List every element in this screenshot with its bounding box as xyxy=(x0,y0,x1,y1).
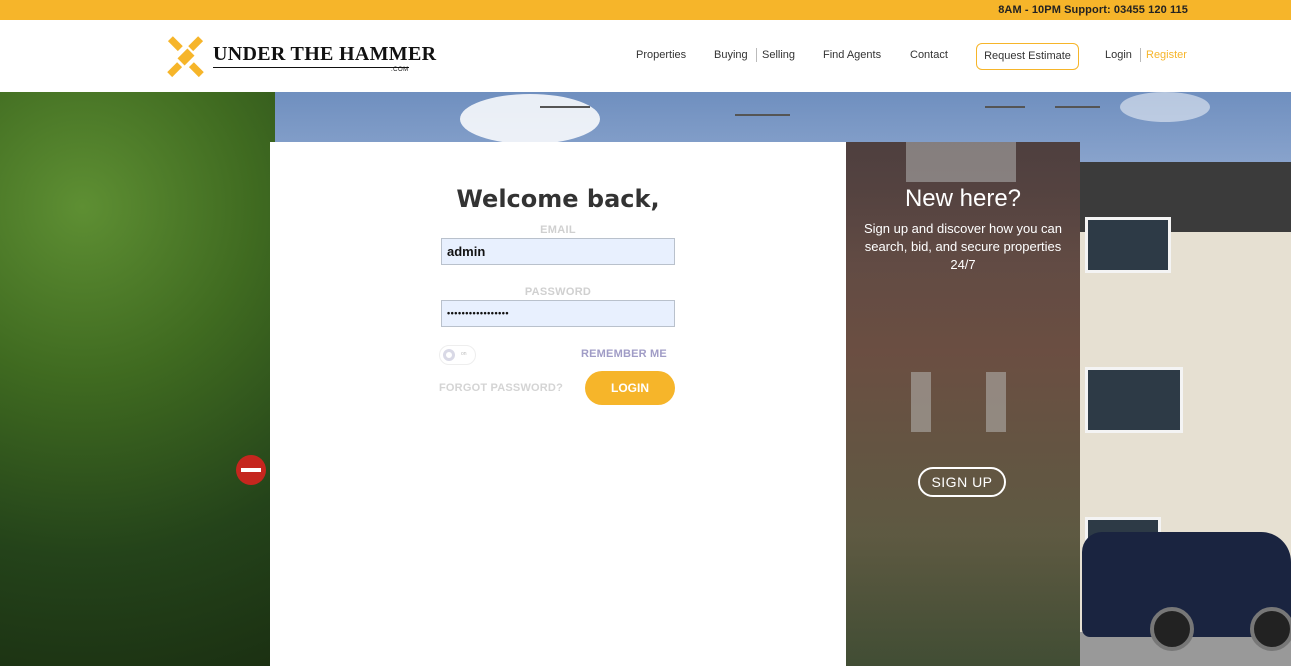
nav-properties[interactable]: Properties xyxy=(636,49,686,61)
email-label: EMAIL xyxy=(540,224,576,236)
nav-divider xyxy=(1140,48,1141,62)
panel-bg-window xyxy=(906,142,1016,182)
nav-login[interactable]: Login xyxy=(1105,49,1132,61)
tv-antenna xyxy=(735,114,790,116)
brand-suffix: .COM xyxy=(391,67,409,73)
signup-panel: New here? Sign up and discover how you c… xyxy=(846,142,1080,666)
tv-antenna xyxy=(1055,106,1100,108)
support-hours-text: 8AM - 10PM Support: 03455 120 115 xyxy=(998,4,1188,16)
password-label: PASSWORD xyxy=(524,286,592,298)
car-wheel xyxy=(1150,607,1194,651)
tv-antenna xyxy=(985,106,1025,108)
login-card: Welcome back, EMAIL admin PASSWORD •••••… xyxy=(270,142,846,666)
nav-find-agents[interactable]: Find Agents xyxy=(823,49,881,61)
panel-bg-window xyxy=(911,372,931,432)
nav-contact[interactable]: Contact xyxy=(910,49,948,61)
cloud xyxy=(460,94,600,144)
logo-underline xyxy=(213,67,409,68)
panel-bg-window xyxy=(986,372,1006,432)
password-field[interactable]: ••••••••••••••••• xyxy=(441,300,675,327)
car-wheel xyxy=(1250,607,1291,651)
house-window xyxy=(1085,217,1171,273)
house-window xyxy=(1085,367,1183,433)
support-bar: 8AM - 10PM Support: 03455 120 115 xyxy=(0,0,1291,20)
site-logo[interactable]: UNDER THE HAMMER .COM xyxy=(165,36,436,78)
remember-me-label: REMEMBER ME xyxy=(581,348,667,360)
login-button[interactable]: LOGIN xyxy=(585,371,675,405)
email-field[interactable]: admin xyxy=(441,238,675,265)
wisteria-foliage xyxy=(0,92,275,666)
signup-description: Sign up and discover how you can search,… xyxy=(863,221,1062,272)
nav-divider xyxy=(756,48,757,62)
brand-name: UNDER THE HAMMER xyxy=(213,43,437,65)
no-entry-sign xyxy=(236,455,266,485)
request-estimate-button[interactable]: Request Estimate xyxy=(976,43,1079,70)
welcome-heading: Welcome back, xyxy=(456,185,660,213)
tv-antenna xyxy=(540,106,590,108)
new-here-heading: New here? xyxy=(904,185,1022,212)
nav-buying[interactable]: Buying xyxy=(714,49,748,61)
nav-register[interactable]: Register xyxy=(1146,49,1187,61)
hammer-logo-icon xyxy=(167,36,204,78)
toggle-knob xyxy=(443,349,455,361)
site-header: UNDER THE HAMMER .COM Properties Buying … xyxy=(0,20,1291,92)
nav-selling[interactable]: Selling xyxy=(762,49,795,61)
remember-me-toggle[interactable]: on xyxy=(439,345,476,365)
forgot-password-link[interactable]: FORGOT PASSWORD? xyxy=(439,382,563,394)
cloud xyxy=(1120,92,1210,122)
signup-button[interactable]: SIGN UP xyxy=(918,467,1006,497)
toggle-state-text: on xyxy=(461,351,467,357)
